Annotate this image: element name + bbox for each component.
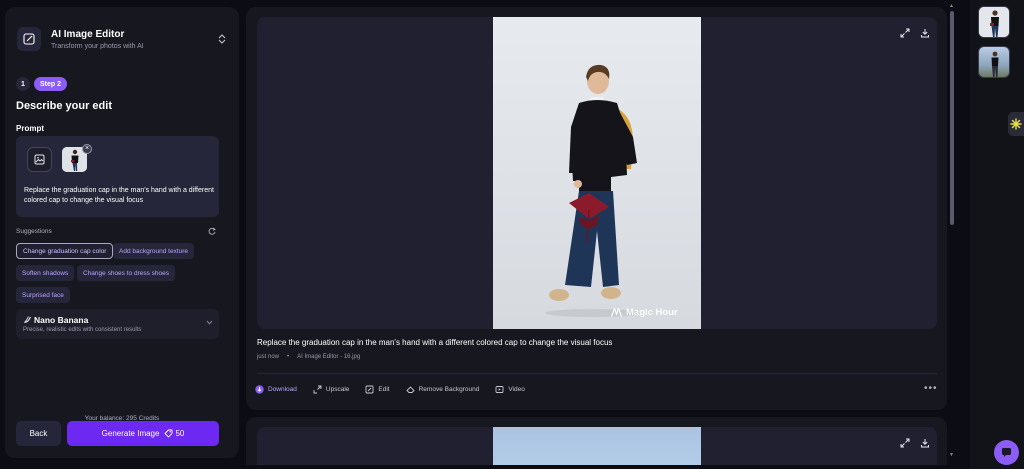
model-description: Precise, realistic edits with consistent… bbox=[23, 327, 142, 333]
history-thumbnail[interactable] bbox=[978, 6, 1010, 38]
chevron-up-down-icon[interactable] bbox=[215, 32, 229, 46]
editor-panel: AI Image Editor Transform your photos wi… bbox=[5, 7, 239, 458]
app-switcher[interactable]: AI Image Editor Transform your photos wi… bbox=[15, 19, 229, 59]
prompt-box[interactable]: × Replace the graduation cap in the man'… bbox=[16, 136, 219, 217]
generate-label: Generate Image bbox=[101, 429, 160, 438]
result-source: AI Image Editor - 16.jpg bbox=[297, 354, 361, 360]
upscale-label: Upscale bbox=[325, 386, 350, 393]
eraser-icon bbox=[405, 385, 415, 394]
download-icon[interactable] bbox=[918, 436, 932, 450]
remove-background-button[interactable]: Remove Background bbox=[405, 385, 480, 394]
generate-image-button[interactable]: Generate Image 50 bbox=[67, 421, 219, 446]
results-feed: Magic Hour Replace the graduation cap in… bbox=[246, 7, 947, 465]
video-label: Video bbox=[508, 386, 525, 393]
app-subtitle: Transform your photos with AI bbox=[51, 42, 144, 50]
remove-image-button[interactable]: × bbox=[82, 144, 92, 154]
download-icon[interactable] bbox=[918, 26, 932, 40]
more-options-icon[interactable]: ••• bbox=[924, 384, 938, 394]
download-button[interactable]: Download bbox=[255, 385, 297, 394]
step-indicator: 1 Step 2 bbox=[16, 77, 68, 91]
expand-icon[interactable] bbox=[898, 436, 912, 450]
suggestion-chip[interactable]: Change shoes to dress shoes bbox=[77, 265, 175, 281]
result-card bbox=[246, 417, 947, 465]
prompt-input[interactable]: Replace the graduation cap in the man's … bbox=[24, 186, 214, 206]
video-button[interactable]: Video bbox=[495, 385, 525, 394]
model-name: Nano Banana bbox=[34, 315, 89, 325]
result-caption: Replace the graduation cap in the man's … bbox=[257, 338, 613, 347]
image-icon bbox=[34, 154, 45, 165]
result-image[interactable]: Magic Hour bbox=[493, 17, 701, 329]
result-actions: Download Upscale Edit Remove Background bbox=[255, 385, 525, 394]
scroll-up-icon[interactable]: ▲ bbox=[949, 3, 954, 9]
meta-separator: • bbox=[287, 354, 290, 360]
refresh-icon[interactable] bbox=[208, 227, 216, 235]
chat-support-icon[interactable] bbox=[994, 440, 1019, 465]
sparkle-widget-icon[interactable] bbox=[1008, 112, 1024, 136]
suggestion-chip[interactable]: Add background texture bbox=[113, 243, 195, 259]
result-meta: just now • AI Image Editor - 16.jpg bbox=[257, 354, 360, 360]
image-preview[interactable]: Magic Hour bbox=[257, 17, 937, 329]
suggestion-chip[interactable]: Change graduation cap color bbox=[16, 243, 114, 259]
remove-background-label: Remove Background bbox=[418, 386, 480, 393]
upscale-icon bbox=[313, 385, 322, 394]
upscale-button[interactable]: Upscale bbox=[313, 385, 349, 394]
banana-icon bbox=[23, 315, 32, 324]
feed-scrollbar[interactable]: ▲ ▼ bbox=[948, 3, 956, 458]
model-selector[interactable]: Nano Banana Precise, realistic edits wit… bbox=[16, 309, 219, 339]
download-label: Download bbox=[268, 386, 297, 393]
suggestion-chip[interactable]: Surprised face bbox=[16, 287, 70, 303]
person-illustration bbox=[545, 64, 641, 317]
expand-icon[interactable] bbox=[898, 26, 912, 40]
divider bbox=[257, 373, 937, 374]
history-thumbnail[interactable] bbox=[978, 46, 1010, 78]
magic-hour-logo-icon bbox=[611, 308, 622, 317]
edit-button[interactable]: Edit bbox=[365, 385, 390, 394]
credit-tag-icon bbox=[164, 429, 173, 438]
edit-icon bbox=[365, 385, 374, 394]
prompt-label: Prompt bbox=[16, 124, 44, 133]
watermark-text: Magic Hour bbox=[626, 307, 678, 318]
scroll-thumb[interactable] bbox=[950, 11, 954, 225]
result-image[interactable] bbox=[493, 427, 701, 465]
watermark: Magic Hour bbox=[611, 307, 678, 318]
back-button[interactable]: Back bbox=[16, 421, 61, 446]
suggestion-chip[interactable]: Soften shadows bbox=[16, 265, 75, 281]
edit-label: Edit bbox=[378, 386, 390, 393]
chevron-down-icon bbox=[206, 320, 213, 325]
scroll-down-icon[interactable]: ▼ bbox=[949, 452, 954, 458]
result-card: Magic Hour Replace the graduation cap in… bbox=[246, 7, 947, 410]
history-rail bbox=[970, 0, 1024, 469]
add-image-button[interactable] bbox=[27, 147, 52, 172]
app-title: AI Image Editor bbox=[51, 28, 125, 40]
generate-cost: 50 bbox=[175, 429, 185, 438]
image-edit-icon bbox=[17, 27, 41, 51]
step-2-badge: Step 2 bbox=[34, 77, 68, 91]
image-preview[interactable] bbox=[257, 427, 937, 465]
section-title: Describe your edit bbox=[16, 100, 112, 112]
result-time: just now bbox=[257, 354, 280, 360]
suggestions-label: Suggestions bbox=[16, 228, 52, 235]
download-circle-icon bbox=[255, 385, 264, 394]
video-icon bbox=[495, 385, 504, 394]
step-1-badge[interactable]: 1 bbox=[16, 77, 30, 91]
